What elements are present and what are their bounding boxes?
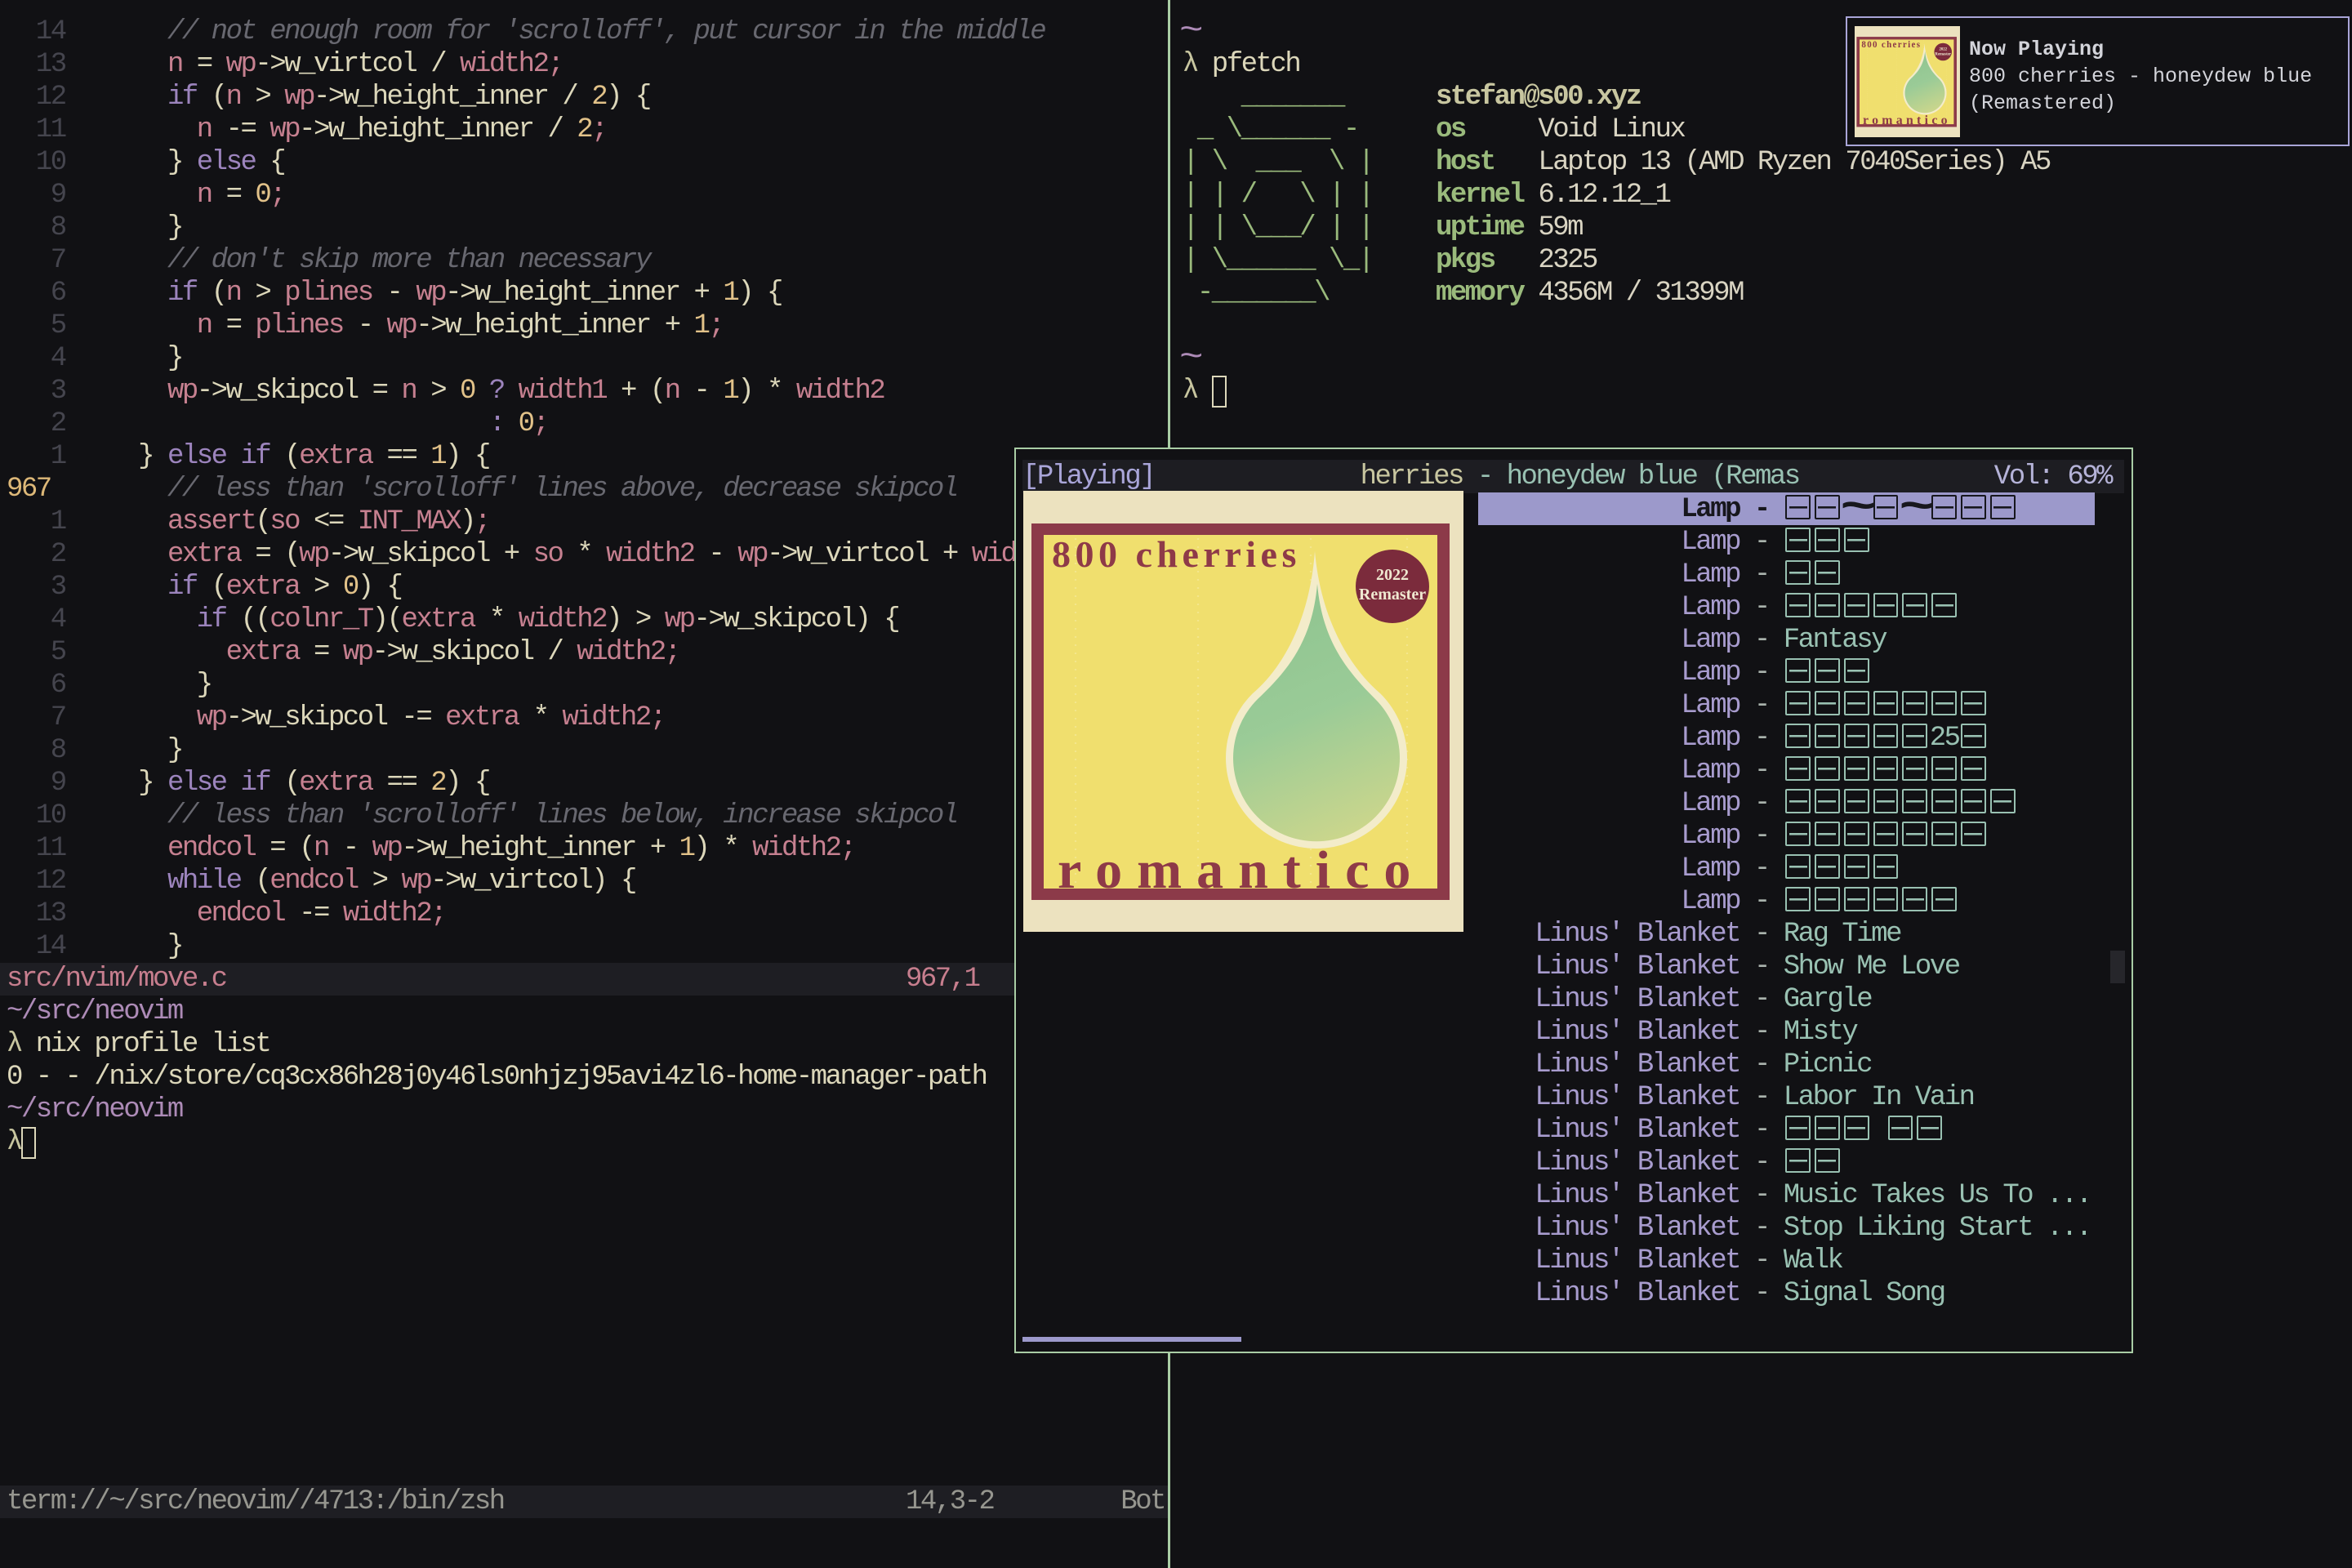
svg-text:Remaster: Remaster: [1935, 52, 1951, 56]
svg-text:800 cherries: 800 cherries: [1052, 533, 1301, 575]
svg-text:2022: 2022: [1376, 566, 1409, 584]
svg-text:romantico: romantico: [1863, 114, 1951, 127]
svg-text:2022: 2022: [1939, 48, 1947, 52]
svg-text:romantico: romantico: [1058, 840, 1425, 900]
svg-text:800 cherries: 800 cherries: [1861, 40, 1921, 50]
svg-text:Remaster: Remaster: [1359, 586, 1426, 604]
